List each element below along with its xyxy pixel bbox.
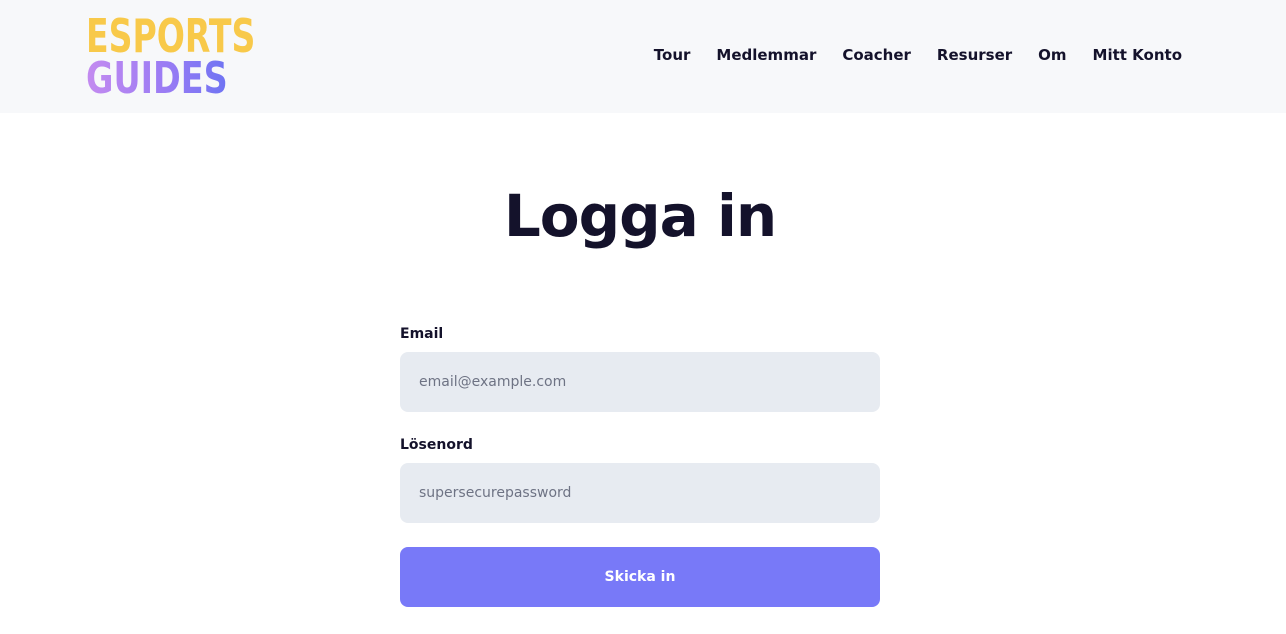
nav-link-tour[interactable]: Tour — [654, 44, 691, 66]
password-label: Lösenord — [400, 437, 473, 453]
login-form: Email Lösenord Skicka in — [400, 324, 880, 607]
main-nav: Tour Medlemmar Coacher Resurser Om Mitt … — [654, 44, 1182, 66]
nav-link-medlemmar[interactable]: Medlemmar — [716, 44, 816, 66]
logo-line-guides: GUIDES — [86, 53, 228, 104]
nav-link-mitt-konto[interactable]: Mitt Konto — [1093, 44, 1182, 66]
esports-guides-logo[interactable]: ESPORTS GUIDES — [86, 12, 286, 104]
nav-link-resurser[interactable]: Resurser — [937, 44, 1012, 66]
email-label: Email — [400, 326, 444, 342]
page-title: Logga in — [503, 182, 777, 250]
submit-button[interactable]: Skicka in — [400, 547, 880, 607]
password-field-group: Lösenord — [400, 435, 880, 523]
email-input[interactable] — [400, 352, 880, 412]
nav-link-om[interactable]: Om — [1038, 44, 1066, 66]
site-header: ESPORTS GUIDES Tour Medlemmar Coacher Re… — [0, 0, 1286, 113]
password-input[interactable] — [400, 463, 880, 523]
nav-link-coacher[interactable]: Coacher — [842, 44, 911, 66]
